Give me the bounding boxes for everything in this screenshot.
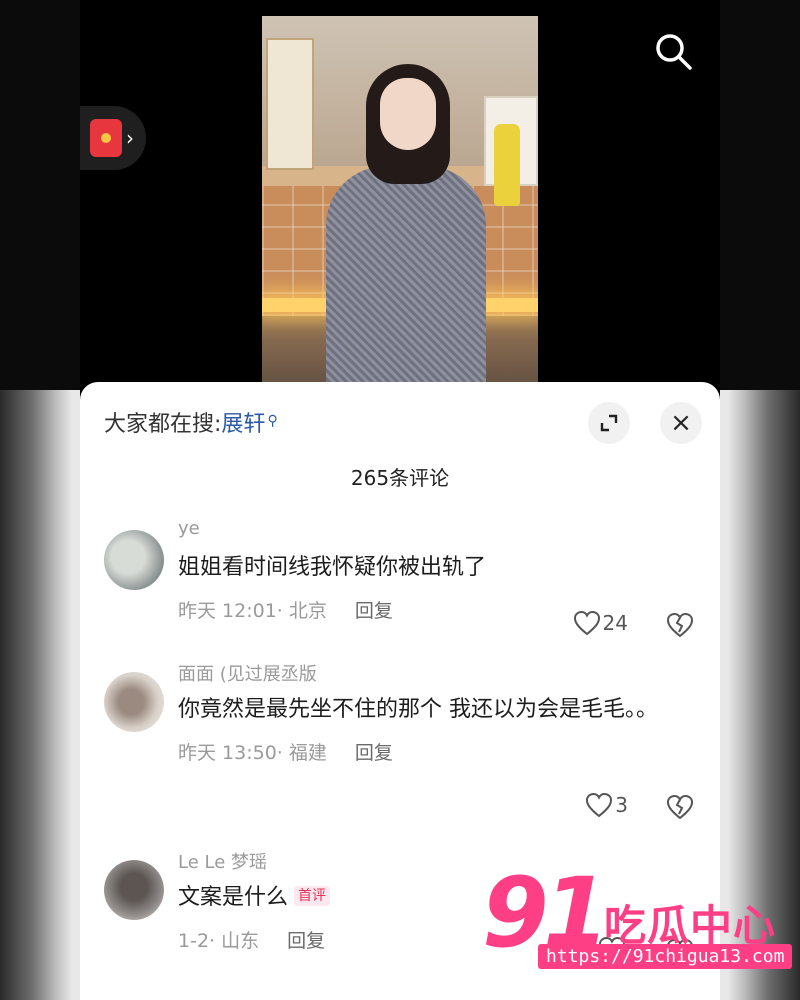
trending-search[interactable]: 大家都在搜: 展轩 ⚲ xyxy=(104,406,278,438)
first-comment-badge: 首评 xyxy=(294,886,331,906)
video-frame[interactable] xyxy=(262,16,538,400)
close-button[interactable]: × xyxy=(660,402,702,444)
heart-icon xyxy=(586,792,613,818)
chevron-right-icon: › xyxy=(126,126,134,150)
watermark-url: https://91chigua13.com xyxy=(538,944,793,969)
small-search-icon: ⚲ xyxy=(267,413,278,429)
comment-text-content: 你竟然是最先坐不住的那个 我还以为会是毛毛。。 xyxy=(178,697,658,722)
expand-icon xyxy=(600,414,618,432)
comment-meta: 昨天 13:50· 福建 回复 xyxy=(178,738,698,765)
site-watermark: 91 吃瓜中心 https://91chigua13.com xyxy=(482,858,800,980)
comment-time-location: 昨天 12:01· 北京 xyxy=(178,600,327,622)
redpacket-entry-button[interactable]: › xyxy=(80,106,146,170)
like-count: 24 xyxy=(602,611,628,635)
red-envelope-icon xyxy=(90,119,122,157)
video-player[interactable]: › xyxy=(80,0,720,400)
left-backdrop xyxy=(0,0,80,390)
comment-text: 你竟然是最先坐不住的那个 我还以为会是毛毛。。 xyxy=(178,690,698,730)
like-button[interactable]: 3 xyxy=(585,792,628,818)
reply-button[interactable]: 回复 xyxy=(355,596,393,623)
avatar[interactable] xyxy=(104,860,164,920)
broken-heart-icon[interactable] xyxy=(666,794,694,820)
comment-text-content: 姐姐看时间线我怀疑你被出轨了 xyxy=(178,555,487,580)
right-backdrop xyxy=(720,0,800,390)
comment-username[interactable]: 面面 (见过展丞版 xyxy=(178,660,698,686)
video-bottle xyxy=(494,124,520,206)
comment-text: 姐姐看时间线我怀疑你被出轨了 xyxy=(178,548,698,588)
phone-screen: › 大家都在搜: 展轩 ⚲ × 265条评论 ye 姐姐看时间线我怀疑你被出轨了… xyxy=(80,0,720,1000)
comment-text-content: 文案是什么 xyxy=(178,885,289,910)
like-count: 3 xyxy=(615,793,628,817)
comment-body: ye 姐姐看时间线我怀疑你被出轨了 昨天 12:01· 北京 回复 xyxy=(178,518,698,623)
trending-search-term[interactable]: 展轩 xyxy=(221,406,265,438)
avatar[interactable] xyxy=(104,530,164,590)
broken-heart-icon[interactable] xyxy=(666,612,694,638)
video-person-face xyxy=(380,78,436,150)
comment-count: 265条评论 xyxy=(350,466,450,490)
reply-button[interactable]: 回复 xyxy=(355,738,393,765)
close-icon: × xyxy=(670,408,692,438)
avatar[interactable] xyxy=(104,672,164,732)
reply-button[interactable]: 回复 xyxy=(287,926,325,953)
comment-username[interactable]: ye xyxy=(178,518,698,544)
comment-time-location: 昨天 13:50· 福建 xyxy=(178,742,327,764)
like-button[interactable]: 24 xyxy=(573,610,628,636)
comment-body: 面面 (见过展丞版 你竟然是最先坐不住的那个 我还以为会是毛毛。。 昨天 13:… xyxy=(178,660,698,765)
comment-time-location: 1-2· 山东 xyxy=(178,930,260,952)
trending-search-label: 大家都在搜: xyxy=(104,412,222,437)
expand-button[interactable] xyxy=(588,402,630,444)
heart-icon xyxy=(573,610,600,636)
video-person-body xyxy=(326,166,486,400)
video-poster-left xyxy=(266,38,314,170)
search-icon[interactable] xyxy=(652,30,696,74)
